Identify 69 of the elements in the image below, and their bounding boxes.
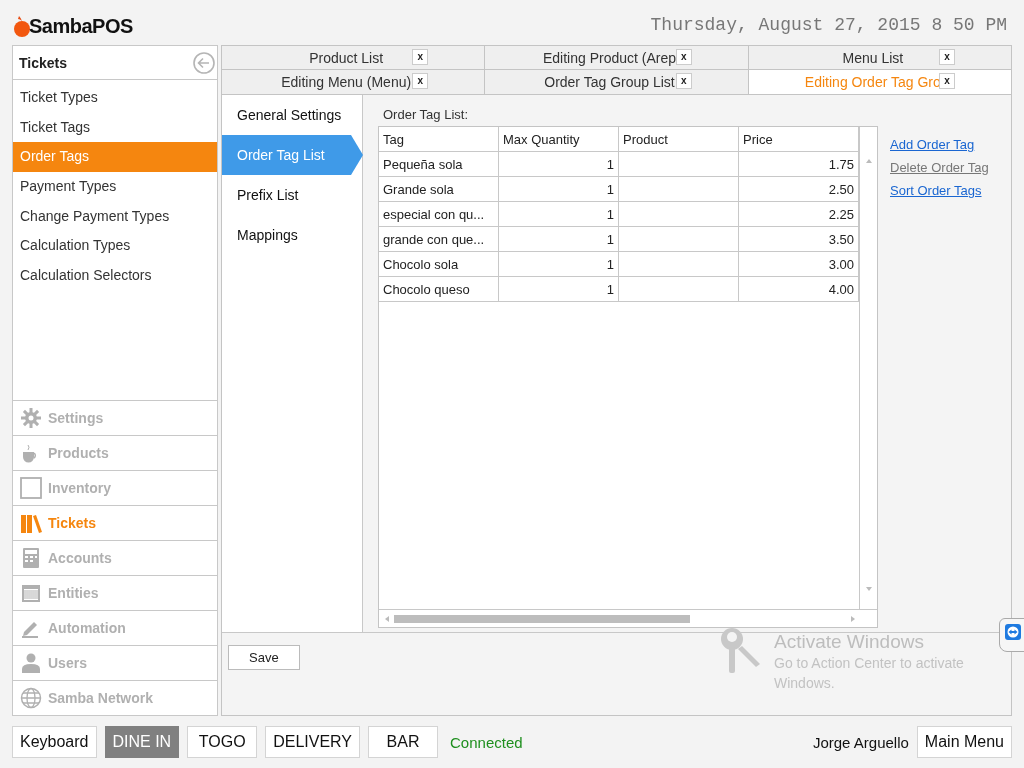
section-tab[interactable]: General Settings [222, 95, 362, 135]
books-icon [20, 512, 42, 534]
scroll-up-icon[interactable] [865, 159, 872, 163]
department-button[interactable]: Keyboard [12, 726, 97, 758]
table-cell: grande con que... [383, 231, 485, 247]
scroll-right-icon[interactable] [851, 615, 855, 622]
table-cell: 1 [606, 206, 614, 222]
calculator-icon [20, 547, 42, 569]
section-tab[interactable]: Prefix List [222, 175, 362, 215]
table-cell: 1 [606, 281, 614, 297]
table-cell: 2.25 [828, 206, 854, 222]
date-time: Thursday, August 27, 2015 8 50 PM [650, 13, 1007, 35]
table-caption: Order Tag List: [382, 107, 470, 122]
close-tab-button[interactable]: x [939, 49, 955, 65]
table-cell: 1.75 [828, 156, 854, 172]
action-link[interactable]: Sort Order Tags [890, 183, 989, 198]
close-tab-button[interactable]: x [675, 49, 692, 65]
sidebar-item[interactable]: Ticket Types [13, 83, 217, 113]
close-tab-button[interactable]: x [939, 73, 955, 89]
table-cell: 4.00 [828, 281, 854, 297]
department-button[interactable]: DELIVERY [265, 726, 361, 758]
scroll-left-icon[interactable] [385, 615, 389, 622]
section-tab[interactable]: Mappings [222, 215, 362, 255]
close-tab-button[interactable]: x [412, 49, 429, 65]
table-cell: 3.50 [828, 231, 854, 247]
document-tab[interactable]: Product List x [221, 45, 486, 70]
barcode-icon [20, 582, 42, 604]
globe-icon [20, 687, 42, 709]
document-tab[interactable]: Editing Menu (Menu) x [221, 70, 486, 95]
sidebar-item[interactable]: Calculation Types [13, 231, 217, 262]
sidebar-item[interactable]: Payment Types [13, 172, 217, 202]
document-tab[interactable]: Editing Product (Arep x [485, 45, 749, 70]
column-header[interactable]: Tag [379, 127, 499, 151]
remote-support-icon [1005, 624, 1021, 640]
app-logo-text: SambaPOS [29, 14, 133, 38]
user-icon [20, 652, 42, 674]
department-button[interactable]: BAR [368, 726, 439, 758]
column-header[interactable]: Product [619, 127, 739, 151]
table-cell: 1 [606, 181, 614, 197]
table-cell: 1 [606, 256, 614, 272]
table-cell: Chocolo sola [383, 256, 459, 272]
scroll-down-icon[interactable] [865, 587, 872, 591]
table-cell: 1 [606, 231, 614, 247]
sidebar-item[interactable]: Change Payment Types [13, 201, 217, 232]
table-cell: Chocolo queso [383, 281, 470, 297]
column-header[interactable]: Max Quantity [499, 127, 619, 151]
table-cell: 3.00 [828, 256, 854, 272]
rectangle-icon [20, 477, 42, 499]
table-cell: 1 [606, 156, 614, 172]
save-button[interactable]: Save [228, 645, 300, 670]
department-button[interactable]: TOGO [187, 726, 258, 758]
department-button[interactable]: DINE IN [104, 726, 180, 758]
document-tab[interactable]: Menu List x [748, 45, 1012, 70]
column-header[interactable]: Price [739, 127, 859, 151]
remote-support-tab[interactable] [999, 618, 1024, 652]
main-menu-button[interactable]: Main Menu [916, 726, 1012, 758]
sidebar-item[interactable]: Ticket Tags [13, 112, 217, 143]
user-name: Jorge Arguello [812, 733, 909, 751]
table-cell: especial con qu... [383, 206, 485, 222]
document-tab[interactable]: Order Tag Group List x [485, 70, 749, 95]
table-cell: Grande sola [383, 181, 454, 197]
connection-status: Connected [450, 733, 523, 751]
close-tab-button[interactable]: x [412, 73, 429, 89]
sidebar-title: Tickets [19, 54, 67, 71]
close-tab-button[interactable]: x [675, 73, 692, 89]
action-link[interactable]: Add Order Tag [890, 137, 989, 152]
table-cell: 2.50 [828, 181, 854, 197]
table-cell: Pequeña sola [383, 156, 463, 172]
sidebar-item[interactable]: Calculation Selectors [13, 261, 217, 291]
